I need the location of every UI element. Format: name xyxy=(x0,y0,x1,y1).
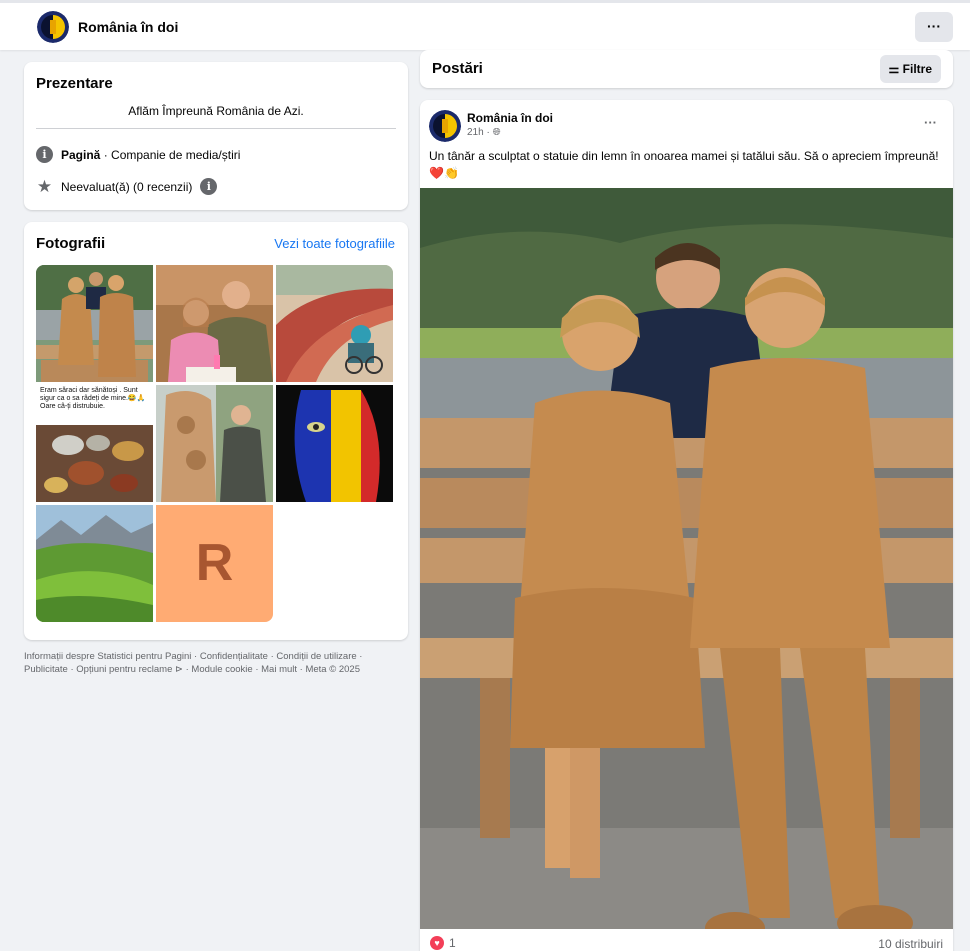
photo-thumbnail[interactable]: R xyxy=(156,505,273,622)
filters-button[interactable]: ⚌ Filtre xyxy=(879,55,941,83)
category-label: Pagină xyxy=(61,147,101,162)
intro-title: Prezentare xyxy=(36,75,113,92)
more-options-button[interactable]: ··· xyxy=(915,12,953,42)
post-author[interactable]: România în doi xyxy=(467,111,553,125)
star-icon: ★ xyxy=(36,177,53,196)
footer-line[interactable]: Informații despre Statistici pentru Pagi… xyxy=(24,650,408,663)
page-header-bar: România în doi ··· xyxy=(0,0,970,50)
photo-thumbnail[interactable] xyxy=(156,385,273,502)
info-icon: i xyxy=(36,146,53,163)
footer-line[interactable]: Publicitate · Opțiuni pentru reclame ⊳ ·… xyxy=(24,663,408,676)
page-category-row: i Pagină · Companie de media/știri xyxy=(36,146,240,163)
globe-icon: 🌐︎ xyxy=(492,127,501,138)
rating-row: ★ Neevaluat(ă) (0 recenzii) i xyxy=(36,177,218,196)
photos-card: Fotografii Vezi toate fotografiile Eram … xyxy=(24,222,408,640)
see-all-photos-link[interactable]: Vezi toate fotografiile xyxy=(274,236,395,251)
photo-thumbnail[interactable] xyxy=(156,265,273,382)
reactions-summary[interactable]: ♥ 1 xyxy=(430,936,456,950)
page-logo[interactable] xyxy=(37,11,69,43)
page-bio: Aflăm Împreună România de Azi. xyxy=(128,104,304,118)
post-photo-statues xyxy=(420,188,953,929)
photo-thumbnail[interactable] xyxy=(276,265,393,382)
post-image[interactable] xyxy=(420,188,953,929)
info-icon[interactable]: i xyxy=(200,178,218,195)
posts-header: Postări ⚌ Filtre xyxy=(420,50,953,88)
letter-avatar: R xyxy=(195,534,234,592)
posts-title: Postări xyxy=(432,60,483,77)
photo-thumbnail[interactable]: Eram săraci dar sănătoși . Sunt sigur ca… xyxy=(36,385,153,502)
filters-label: Filtre xyxy=(902,62,932,76)
reaction-count: 1 xyxy=(449,936,456,950)
meme-caption: Eram săraci dar sănătoși . Sunt sigur ca… xyxy=(40,387,146,410)
photo-thumbnail[interactable] xyxy=(36,265,153,382)
author-avatar[interactable] xyxy=(429,110,461,142)
photo-grid: Eram săraci dar sănătoși . Sunt sigur ca… xyxy=(36,265,395,624)
intro-card: Prezentare Aflăm Împreună România de Azi… xyxy=(24,62,408,210)
divider xyxy=(36,128,396,129)
photo-thumbnail[interactable] xyxy=(36,505,153,622)
post-card: România în doi 21h · 🌐︎ ··· Un tânăr a s… xyxy=(420,100,953,951)
sliders-icon: ⚌ xyxy=(888,62,900,76)
footer-links: Informații despre Statistici pentru Pagi… xyxy=(24,650,408,676)
category-value: · Companie de media/știri xyxy=(100,147,241,162)
photos-title: Fotografii xyxy=(36,235,106,252)
post-meta: 21h · 🌐︎ xyxy=(467,127,501,138)
photo-thumbnail[interactable] xyxy=(276,385,393,502)
love-icon: ♥ xyxy=(430,936,444,950)
post-menu-button[interactable]: ··· xyxy=(924,115,937,130)
rating-text: Neevaluat(ă) (0 recenzii) xyxy=(61,179,193,194)
page-name[interactable]: România în doi xyxy=(78,19,178,35)
shares-count[interactable]: 10 distribuiri xyxy=(878,937,943,951)
post-text: Un tânăr a sculptat o statuie din lemn î… xyxy=(429,149,939,180)
post-time[interactable]: 21h xyxy=(467,127,484,138)
